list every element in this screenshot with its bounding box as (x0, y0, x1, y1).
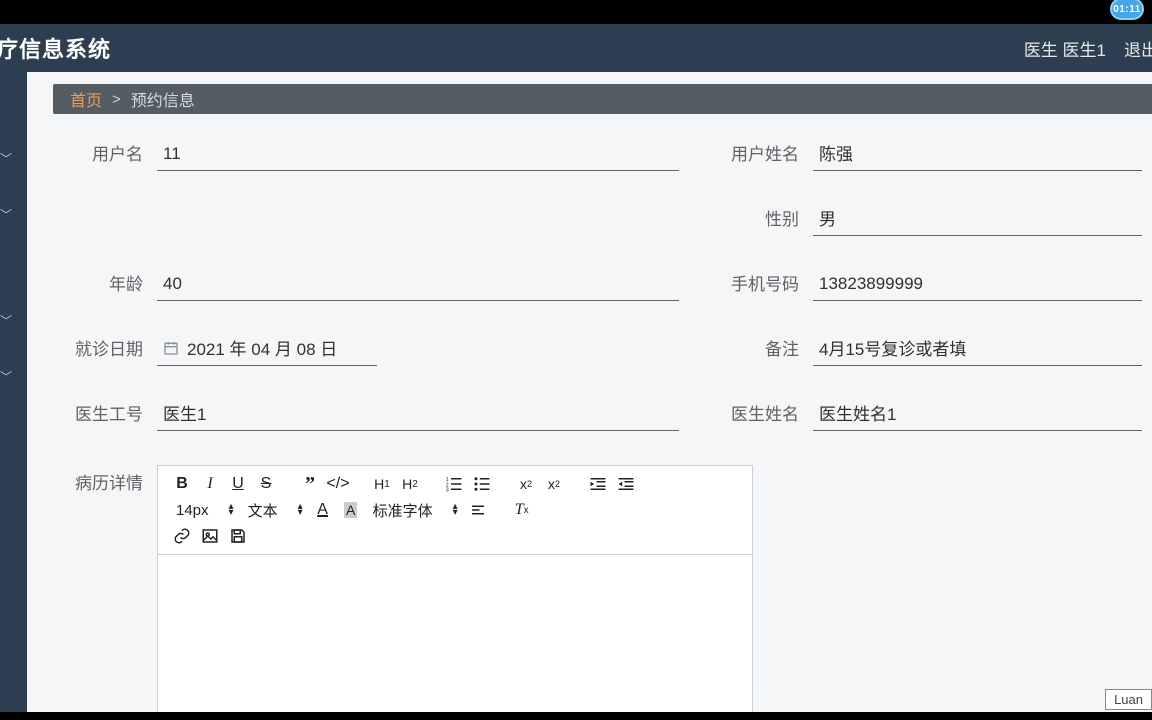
ordered-list-button[interactable]: 123 (440, 472, 468, 496)
svg-text:3: 3 (446, 488, 449, 494)
username-label: 用户名 (63, 140, 143, 171)
phone-value: 13823899999 (819, 274, 1142, 294)
current-user[interactable]: 医生 医生1 (1024, 36, 1106, 61)
strike-button[interactable]: S (252, 472, 280, 496)
main-content: 首页 > 预约信息 用户名 11 用户姓名 陈强 (27, 72, 1152, 720)
app-header: 疗信息系统 医生 医生1 退出 (0, 24, 1152, 72)
editor-toolbar: B I U S ” </> H1 H2 123 (158, 466, 752, 555)
calendar-icon (163, 340, 179, 356)
font-size-value: 14px (176, 502, 209, 519)
font-size-select[interactable]: 14px ▴▾ (168, 498, 240, 522)
font-family-value: 标准字体 (373, 500, 433, 521)
breadcrumb-current: 预约信息 (131, 87, 195, 111)
doctor-id-value: 医生1 (163, 400, 679, 425)
doctor-id-label: 医生工号 (63, 400, 143, 431)
clear-format-button[interactable]: Tx (508, 498, 536, 522)
block-type-select[interactable]: 文本 ▴▾ (240, 498, 309, 522)
record-label: 病历详情 (63, 465, 143, 494)
timer-badge: 01:11 (1110, 0, 1144, 20)
breadcrumb-home[interactable]: 首页 (70, 87, 102, 111)
rich-text-editor: B I U S ” </> H1 H2 123 (157, 465, 753, 720)
visit-date-input[interactable]: 2021 年 04 月 08 日 (157, 335, 377, 366)
editor-content-area[interactable] (158, 555, 752, 720)
visit-date-value: 2021 年 04 月 08 日 (187, 335, 377, 360)
block-type-value: 文本 (248, 500, 278, 521)
subscript-button[interactable]: x2 (512, 472, 540, 496)
caret-icon: ▴▾ (229, 504, 234, 516)
breadcrumb-separator: > (112, 91, 121, 108)
italic-button[interactable]: I (196, 472, 224, 496)
image-button[interactable] (196, 524, 224, 548)
age-value: 40 (163, 274, 679, 294)
age-label: 年龄 (63, 270, 143, 301)
remark-label: 备注 (719, 335, 799, 366)
appointment-form: 用户名 11 用户姓名 陈强 性别 (27, 114, 1152, 720)
h1-button[interactable]: H1 (368, 472, 396, 496)
bold-button[interactable]: B (168, 472, 196, 496)
indent-button[interactable] (612, 472, 640, 496)
doctor-name-value: 医生姓名1 (819, 400, 1142, 425)
bg-color-button[interactable]: A (337, 498, 365, 522)
bottom-bar (0, 712, 1152, 720)
age-input[interactable]: 40 (157, 273, 679, 301)
h2-button[interactable]: H2 (396, 472, 424, 496)
remark-value: 4月15号复诊或者填 (819, 335, 1142, 360)
text-color-button[interactable]: A (309, 498, 337, 522)
realname-input[interactable]: 陈强 (813, 140, 1142, 171)
caret-icon: ▴▾ (298, 504, 303, 516)
breadcrumb: 首页 > 预约信息 (53, 84, 1152, 114)
app-title: 疗信息系统 (0, 32, 111, 64)
doctor-name-label: 医生姓名 (719, 400, 799, 431)
doctor-name-input[interactable]: 医生姓名1 (813, 400, 1142, 431)
gender-input[interactable]: 男 (813, 205, 1142, 236)
quote-button[interactable]: ” (296, 472, 324, 496)
gender-label: 性别 (719, 205, 799, 236)
align-button[interactable] (464, 498, 492, 522)
username-input[interactable]: 11 (157, 143, 679, 171)
chevron-down-icon[interactable]: ﹀ (0, 206, 12, 223)
sidebar: ﹀ ﹀ ﹀ ﹀ (0, 72, 27, 720)
underline-button[interactable]: U (224, 472, 252, 496)
gender-value: 男 (819, 205, 1142, 230)
caret-icon: ▴▾ (453, 504, 458, 516)
link-button[interactable] (168, 524, 196, 548)
font-family-select[interactable]: 标准字体 ▴▾ (365, 498, 464, 522)
save-button[interactable] (224, 524, 252, 548)
visit-date-label: 就诊日期 (63, 335, 143, 366)
realname-value: 陈强 (819, 140, 1142, 165)
phone-input[interactable]: 13823899999 (813, 273, 1142, 301)
outdent-button[interactable] (584, 472, 612, 496)
float-button[interactable]: Luan (1105, 689, 1152, 710)
superscript-button[interactable]: x2 (540, 472, 568, 496)
chevron-down-icon[interactable]: ﹀ (0, 312, 12, 329)
chevron-down-icon[interactable]: ﹀ (0, 150, 12, 167)
realname-label: 用户姓名 (719, 140, 799, 171)
username-value: 11 (163, 144, 679, 164)
unordered-list-button[interactable] (468, 472, 496, 496)
chevron-down-icon[interactable]: ﹀ (0, 368, 12, 385)
phone-label: 手机号码 (719, 270, 799, 301)
logout-link[interactable]: 退出 (1124, 36, 1152, 61)
doctor-id-input[interactable]: 医生1 (157, 400, 679, 431)
window-titlebar: 01:11 (0, 0, 1152, 24)
remark-input[interactable]: 4月15号复诊或者填 (813, 335, 1142, 366)
code-button[interactable]: </> (324, 472, 352, 496)
